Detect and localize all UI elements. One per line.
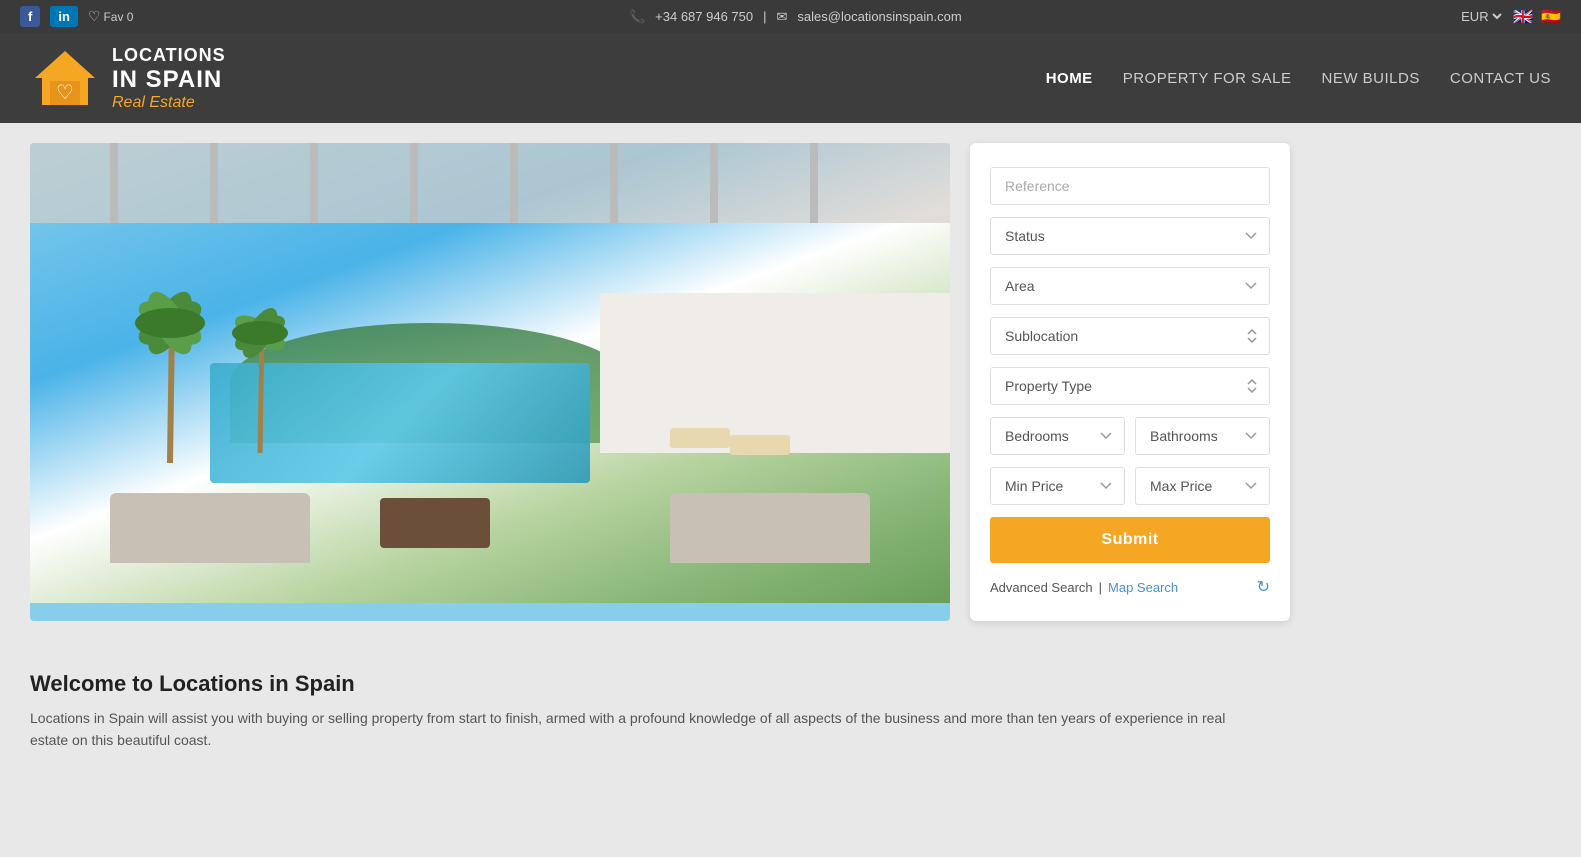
hero-placeholder (30, 143, 950, 603)
bathrooms-select[interactable]: Bathrooms 1 2 3 4 5+ (1135, 417, 1270, 455)
welcome-section: Welcome to Locations in Spain Locations … (0, 641, 1581, 772)
welcome-text: Locations in Spain will assist you with … (30, 707, 1230, 752)
status-select[interactable]: Status For Sale Sold Rented (990, 217, 1270, 255)
submit-button[interactable]: Submit (990, 517, 1270, 563)
currency-select[interactable]: EUR GBP USD (1457, 8, 1505, 25)
linkedin-button[interactable]: in (50, 6, 78, 27)
main-content: Status For Sale Sold Rented Area Costa B… (0, 123, 1581, 641)
phone-icon: 📞 (629, 9, 645, 25)
logo-text: LOCATIONS IN SPAIN Real Estate (112, 45, 226, 112)
separator: | (763, 9, 766, 24)
topbar-social: f in ♡ Fav 0 (20, 6, 133, 27)
reference-input[interactable] (990, 167, 1270, 205)
topbar-currency: EUR GBP USD 🇬🇧 🇪🇸 (1457, 7, 1561, 27)
logo-area: ♡ LOCATIONS IN SPAIN Real Estate (30, 43, 226, 113)
email-icon: ✉ (777, 9, 788, 25)
palm-tree-1 (130, 263, 210, 463)
coffee-table (380, 498, 490, 548)
bedrooms-bathrooms-row: Bedrooms 1 2 3 4 5+ Bathrooms 1 2 3 4 5+ (990, 417, 1270, 455)
bedrooms-select[interactable]: Bedrooms 1 2 3 4 5+ (990, 417, 1125, 455)
property-type-select[interactable]: Property Type Villa Apartment Townhouse (990, 367, 1270, 405)
logo-locations: LOCATIONS (112, 45, 226, 66)
palm-tree-2 (230, 293, 290, 453)
min-price-select[interactable]: Min Price 50,000 100,000 200,000 (990, 467, 1125, 505)
favorites-link[interactable]: ♡ Fav 0 (88, 8, 134, 25)
favorites-label: Fav 0 (103, 10, 133, 24)
separator: | (1099, 580, 1102, 595)
beam-7 (710, 143, 718, 223)
heart-icon: ♡ (88, 8, 101, 25)
svg-text:♡: ♡ (56, 82, 74, 104)
beam-1 (110, 143, 118, 223)
beam-2 (210, 143, 218, 223)
logo-icon: ♡ (30, 43, 100, 113)
email-address: sales@locationsinspain.com (797, 9, 961, 24)
beam-4 (410, 143, 418, 223)
advanced-search-label: Advanced Search (990, 580, 1093, 595)
topbar-contact: 📞 +34 687 946 750 | ✉ sales@locationsins… (629, 9, 962, 25)
background-wall (600, 293, 950, 453)
sofa-left (110, 493, 310, 563)
logo-in-spain: IN SPAIN (112, 66, 226, 94)
beam-5 (510, 143, 518, 223)
flag-spain: 🇪🇸 (1541, 7, 1561, 27)
main-nav: HOME PROPERTY FOR SALE NEW BUILDS CONTAC… (1046, 70, 1551, 87)
header: ♡ LOCATIONS IN SPAIN Real Estate HOME PR… (0, 33, 1581, 123)
refresh-icon[interactable]: ↻ (1257, 577, 1270, 597)
nav-home[interactable]: HOME (1046, 70, 1093, 87)
price-row: Min Price 50,000 100,000 200,000 Max Pri… (990, 467, 1270, 505)
map-search-link[interactable]: Map Search (1108, 580, 1178, 595)
lounge-chair-1 (670, 428, 730, 448)
nav-new-builds[interactable]: NEW BUILDS (1322, 70, 1420, 87)
topbar: f in ♡ Fav 0 📞 +34 687 946 750 | ✉ sales… (0, 0, 1581, 33)
welcome-title: Welcome to Locations in Spain (30, 671, 1551, 697)
flag-uk: 🇬🇧 (1513, 7, 1533, 27)
nav-property-for-sale[interactable]: PROPERTY FOR SALE (1123, 70, 1292, 87)
area-select[interactable]: Area Costa Blanca Costa del Sol Madrid (990, 267, 1270, 305)
phone-number: +34 687 946 750 (655, 9, 753, 24)
logo-real-estate: Real Estate (112, 94, 226, 112)
beam-3 (310, 143, 318, 223)
nav-contact-us[interactable]: CONTACT US (1450, 70, 1551, 87)
sofa-right (670, 493, 870, 563)
beam-6 (610, 143, 618, 223)
lounge-chair-2 (730, 435, 790, 455)
search-footer: Advanced Search | Map Search ↻ (990, 577, 1270, 597)
search-panel: Status For Sale Sold Rented Area Costa B… (970, 143, 1290, 621)
max-price-select[interactable]: Max Price 200,000 500,000 1,000,000 (1135, 467, 1270, 505)
facebook-button[interactable]: f (20, 6, 40, 27)
hero-image (30, 143, 950, 621)
footer-links: Advanced Search | Map Search (990, 580, 1178, 595)
sublocation-select[interactable]: Sublocation (990, 317, 1270, 355)
beam-8 (810, 143, 818, 223)
